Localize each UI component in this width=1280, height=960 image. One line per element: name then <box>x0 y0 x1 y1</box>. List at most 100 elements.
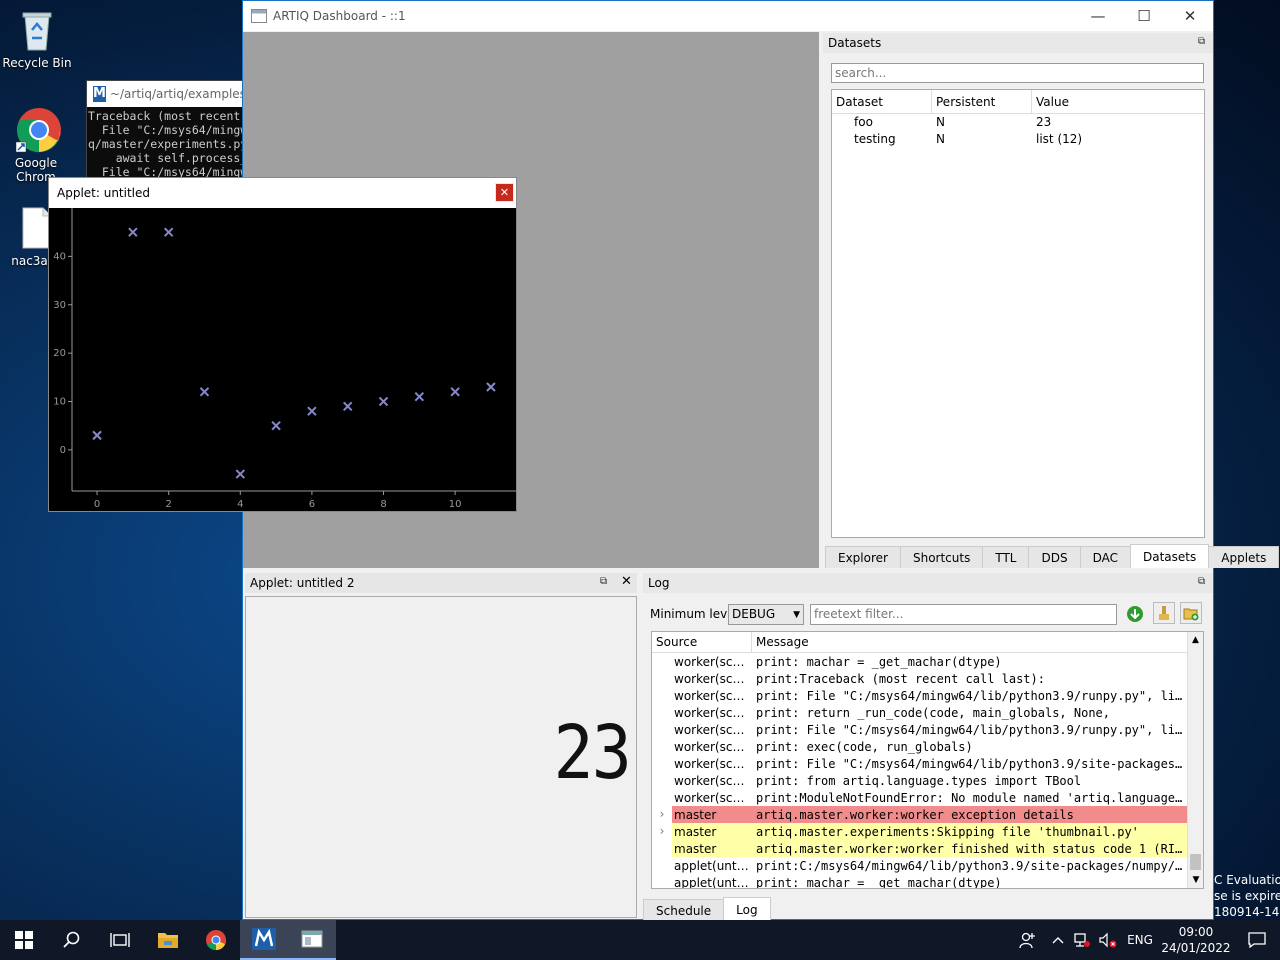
close-button[interactable]: ✕ <box>495 183 514 202</box>
applet-titlebar[interactable]: Applet: untitled ✕ <box>49 178 516 208</box>
expand-chevron-icon[interactable]: › <box>652 806 672 823</box>
scroll-up-icon[interactable]: ▲ <box>1188 632 1203 648</box>
tray-chevron-up-icon[interactable] <box>1046 920 1070 960</box>
tab-shortcuts[interactable]: Shortcuts <box>899 546 984 568</box>
language-indicator[interactable]: ENG <box>1122 933 1158 947</box>
log-scrollbar[interactable]: ▲ ▼ <box>1187 632 1203 888</box>
console-title: ~/artiq/artiq/examples/ <box>109 87 246 101</box>
close-button[interactable]: ✕ <box>1167 1 1213 31</box>
clear-log-icon[interactable] <box>1153 602 1175 624</box>
dataset-search-input[interactable]: search... <box>831 63 1204 83</box>
dock-close-icon[interactable]: ✕ <box>621 574 632 589</box>
clock[interactable]: 09:00 24/01/2022 <box>1158 924 1234 956</box>
log-row[interactable]: master artiq.master.worker:worker finishe… <box>652 840 1187 857</box>
app-icon <box>251 9 267 23</box>
desktop-icon-recycle-bin[interactable]: Recycle Bin <box>1 8 73 70</box>
scrollbar-thumb[interactable] <box>1190 854 1201 870</box>
log-row[interactable]: worker(scan... print: File "C:/msys64/min… <box>652 687 1187 704</box>
log-row[interactable]: applet(untit... print: machar = _get_mach… <box>652 874 1187 888</box>
log-filter-input[interactable]: freetext filter... <box>810 604 1117 625</box>
scatter-plot[interactable]: 0 10 20 30 40 0 2 4 6 8 10 <box>49 208 516 511</box>
log-row[interactable]: worker(scan... print: return _run_code(co… <box>652 704 1187 721</box>
table-row[interactable]: foo N 23 <box>832 113 1204 130</box>
log-message: print: return _run_code(code, main_globa… <box>756 705 1111 720</box>
y-tick-label: 40 <box>53 251 66 262</box>
column-header[interactable]: Persistent <box>932 90 1032 113</box>
recycle-bin-icon <box>17 8 57 52</box>
console-titlebar[interactable]: M ~/artiq/artiq/examples/ <box>87 81 245 107</box>
log-row[interactable]: worker(scan... print: File "C:/msys64/min… <box>652 721 1187 738</box>
column-header[interactable]: Source <box>652 632 752 652</box>
file-explorer-button[interactable] <box>144 920 192 960</box>
people-icon[interactable] <box>1010 920 1046 960</box>
tab-log[interactable]: Log <box>723 897 771 921</box>
data-point <box>128 227 138 237</box>
log-table[interactable]: Source Message worker(scan... print: mach… <box>651 631 1204 889</box>
log-row[interactable]: worker(scan... print: File "C:/msys64/min… <box>652 755 1187 772</box>
applet-window[interactable]: Applet: untitled ✕ 0 10 20 30 40 0 2 4 6 8 10 <box>48 177 517 512</box>
log-row[interactable]: worker(scan... print: machar = _get_macha… <box>652 653 1187 670</box>
log-message: print: File "C:/msys64/mingw64/lib/pytho… <box>756 722 1187 737</box>
min-level-value: DEBUG <box>732 607 776 621</box>
data-point <box>378 396 389 407</box>
log-row[interactable]: worker(scan... print: exec(code, run_glob… <box>652 738 1187 755</box>
tab-applets[interactable]: Applets <box>1208 546 1280 568</box>
scroll-to-bottom-icon[interactable] <box>1125 604 1145 624</box>
start-button[interactable] <box>0 920 48 960</box>
watermark-line: se is expired <box>1214 889 1280 903</box>
msys-taskbar-button[interactable] <box>240 920 288 960</box>
tab-datasets[interactable]: Datasets <box>1130 544 1210 568</box>
column-header[interactable]: Dataset <box>832 90 932 113</box>
console-output: Traceback (most recent File "C:/msys64/m… <box>87 107 245 179</box>
artiq-taskbar-button[interactable] <box>288 920 336 960</box>
clock-time: 09:00 <box>1178 925 1214 939</box>
tab-explorer[interactable]: Explorer <box>825 546 901 568</box>
log-source: master <box>674 807 717 822</box>
desktop-icon-chrome[interactable]: Google Chrom <box>0 108 72 184</box>
task-view-button[interactable] <box>96 920 144 960</box>
search-button[interactable] <box>48 920 96 960</box>
x-tick-label: 10 <box>449 499 462 510</box>
chrome-taskbar-button[interactable] <box>192 920 240 960</box>
maximize-button[interactable]: ☐ <box>1121 1 1167 31</box>
log-row[interactable]: worker(scan... print: from artiq.language… <box>652 772 1187 789</box>
dock-float-icon[interactable]: ⧉ <box>600 576 607 587</box>
network-icon[interactable] <box>1070 920 1094 960</box>
tab-schedule[interactable]: Schedule <box>643 899 725 921</box>
minimize-button[interactable]: — <box>1075 1 1121 31</box>
log-row[interactable]: worker(scan... print:Traceback (most rece… <box>652 670 1187 687</box>
x-tick-label: 0 <box>94 499 100 510</box>
column-header[interactable]: Message <box>752 632 1203 652</box>
console-window[interactable]: M ~/artiq/artiq/examples/ Traceback (mos… <box>86 80 246 180</box>
dock-float-icon[interactable]: ⧉ <box>1198 36 1205 47</box>
log-source: worker(scan... <box>674 688 750 703</box>
log-row[interactable]: applet(untit... print:C:/msys64/mingw64/l… <box>652 857 1187 874</box>
tab-dds[interactable]: DDS <box>1028 546 1081 568</box>
clock-date: 24/01/2022 <box>1161 941 1231 955</box>
log-source: applet(untit... <box>674 858 750 873</box>
min-level-select[interactable]: DEBUG ▼ <box>728 604 804 625</box>
notifications-icon[interactable] <box>1234 920 1280 960</box>
log-row[interactable]: › master artiq.master.experiments:Skipping… <box>652 823 1187 840</box>
expand-chevron-icon <box>652 857 672 874</box>
datasets-table[interactable]: Dataset Persistent Value foo N 23 testin… <box>831 89 1205 538</box>
log-row[interactable]: › master artiq.master.worker:worker except… <box>652 806 1187 823</box>
log-message: print:Traceback (most recent call last): <box>756 671 1045 686</box>
log-row[interactable]: worker(scan... print:ModuleNotFoundError:… <box>652 789 1187 806</box>
filter-placeholder: freetext filter... <box>814 607 904 621</box>
table-row[interactable]: testing N list (12) <box>832 130 1204 147</box>
scroll-down-icon[interactable]: ▼ <box>1188 872 1203 888</box>
new-log-dock-icon[interactable] <box>1180 602 1202 624</box>
lcd-number-display: 23 <box>553 710 631 796</box>
column-header[interactable]: Value <box>1032 90 1204 113</box>
volume-muted-icon[interactable] <box>1094 920 1122 960</box>
dataset-value: 23 <box>1036 114 1052 129</box>
x-tick-label: 4 <box>237 499 243 510</box>
dashboard-titlebar[interactable]: ARTIQ Dashboard - ::1 — ☐ ✕ <box>243 1 1213 31</box>
datasets-table-header: Dataset Persistent Value <box>832 90 1204 114</box>
expand-chevron-icon[interactable]: › <box>652 823 672 840</box>
tab-ttl[interactable]: TTL <box>982 546 1030 568</box>
dataset-name: testing <box>854 131 896 146</box>
tab-dac[interactable]: DAC <box>1079 546 1131 568</box>
dock-float-icon[interactable]: ⧉ <box>1198 576 1205 587</box>
